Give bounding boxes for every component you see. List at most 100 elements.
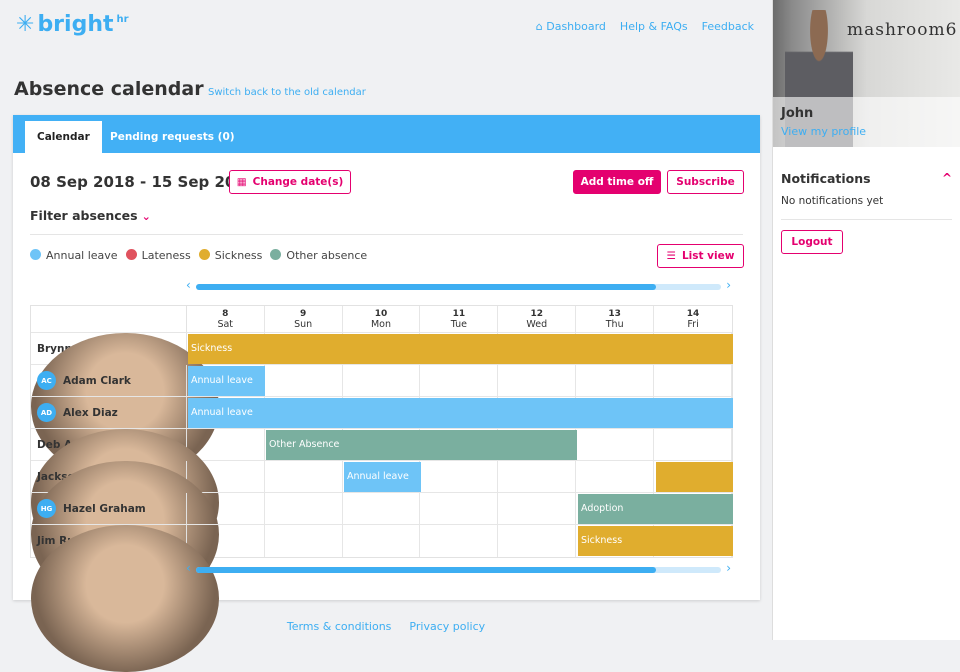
absence-bar[interactable]: Other Absence (266, 430, 577, 460)
legend-dot (30, 249, 41, 260)
chevron-left-icon[interactable]: ‹ (186, 278, 191, 292)
day-cell[interactable] (420, 461, 499, 492)
legend-item: Annual leave (30, 249, 118, 262)
change-dates-button[interactable]: ▦ Change date(s) (229, 170, 351, 194)
notifications-title: Notifications (781, 171, 871, 186)
chevron-up-icon[interactable]: ^ (942, 171, 952, 185)
bottom-scrollbar[interactable]: ‹ › (186, 561, 731, 576)
day-cell[interactable] (498, 365, 577, 396)
day-cell[interactable] (343, 365, 421, 396)
day-cell[interactable] (498, 525, 577, 557)
day-cell[interactable] (498, 493, 577, 524)
user-sidebar: mashroom6 John View my profile Notificat… (772, 0, 960, 640)
nav-feedback[interactable]: Feedback (702, 20, 754, 33)
terms-link[interactable]: Terms & conditions (287, 620, 392, 633)
day-cell[interactable] (265, 365, 343, 396)
nav-help[interactable]: Help & FAQs (620, 20, 688, 33)
view-profile-link[interactable]: View my profile (781, 125, 866, 138)
day-cell[interactable] (420, 365, 499, 396)
day-cell[interactable] (265, 525, 343, 557)
date-range: 08 Sep 2018 - 15 Sep 2018 (30, 173, 257, 191)
divider (30, 234, 743, 235)
legend-dot (198, 249, 210, 260)
employee-name-cell[interactable]: Jim Rudolph (31, 525, 219, 672)
legend-dot (270, 249, 282, 260)
employee-name-cell[interactable]: HG Hazel Graham (31, 493, 187, 524)
tab-pending-requests[interactable]: Pending requests (0) (98, 121, 247, 153)
top-scrollbar[interactable]: ‹ › (186, 278, 731, 293)
day-cell[interactable] (654, 429, 733, 460)
day-cell[interactable] (576, 429, 655, 460)
day-cell[interactable] (187, 493, 265, 524)
employee-row: Jackson Galaxy Annual leave (31, 461, 733, 608)
employee-name-cell[interactable]: Deb Ashman (31, 429, 219, 576)
absence-bar[interactable]: Annual leave (188, 398, 733, 428)
employee-row: Brynne LarsonSickness (31, 333, 733, 480)
absence-bar[interactable]: Annual leave (188, 366, 265, 396)
tab-calendar[interactable]: Calendar (25, 121, 102, 153)
divider (781, 219, 952, 220)
employee-name-cell[interactable]: AC Adam Clark (31, 365, 187, 396)
day-cell[interactable] (654, 365, 733, 396)
day-cell[interactable] (576, 365, 655, 396)
day-cell[interactable] (265, 461, 343, 492)
switch-old-calendar-link[interactable]: Switch back to the old calendar (208, 87, 366, 98)
day-header: 11 Tue (420, 306, 499, 332)
day-cell[interactable] (343, 525, 421, 557)
employee-name-cell[interactable]: Brynne Larson (31, 333, 219, 480)
user-name: John (781, 106, 814, 121)
chevron-right-icon[interactable]: › (726, 278, 731, 292)
nav-dashboard[interactable]: ⌂ Dashboard (536, 20, 606, 33)
day-cell[interactable] (498, 461, 577, 492)
add-time-off-button[interactable]: Add time off (573, 170, 661, 194)
absence-bar[interactable]: Annual leave (344, 462, 421, 492)
brighthr-logo[interactable]: ✳ bright hr (16, 12, 129, 37)
day-header: 12 Wed (498, 306, 577, 332)
logo-star-icon: ✳ (16, 12, 35, 37)
calendar-card: Calendar Pending requests (0) 08 Sep 201… (13, 115, 760, 672)
day-header: 8 Sat (187, 306, 265, 332)
top-nav: ⌂ Dashboard Help & FAQs Feedback (536, 20, 754, 33)
day-cell[interactable] (420, 525, 499, 557)
footer: Terms & conditions Privacy policy (0, 620, 772, 633)
employee-row: AC Adam Clark Annual leave (31, 365, 733, 397)
absence-bar[interactable]: Sickness (578, 526, 733, 556)
chevron-left-icon[interactable]: ‹ (186, 561, 191, 575)
logout-button[interactable]: Logout (781, 230, 843, 254)
day-cell[interactable] (343, 493, 421, 524)
day-header: 14 Fri (686, 309, 700, 330)
avatar (31, 525, 219, 672)
subscribe-button[interactable]: Subscribe (667, 170, 744, 194)
day-header: 10 Mon (343, 306, 421, 332)
day-cell[interactable] (265, 493, 343, 524)
employee-name-cell[interactable]: AD Alex Diaz (31, 397, 187, 428)
legend-item: Sickness (198, 249, 262, 262)
chevron-right-icon[interactable]: › (726, 561, 731, 575)
page-title: Absence calendar (14, 78, 204, 100)
grid-header: 8 Sat 9 Sun 10 Mon 11 Tue 12 Wed 13 Thu 14 Fri (31, 306, 732, 333)
legend-item: Lateness (125, 249, 191, 262)
calendar-grid: 8Sat9Sun10Mon11Tue12Wed13Thu 14Fri Brynne … (30, 305, 733, 672)
employee-row: HG Hazel Graham Adoption (31, 493, 733, 525)
legend-dot (125, 249, 137, 260)
filter-absences-toggle[interactable]: Filter absences ⌄ (30, 208, 151, 223)
calendar-icon: ▦ (236, 176, 247, 188)
list-icon: ☰ (666, 250, 676, 262)
absence-bar[interactable]: Sickness (188, 334, 733, 364)
day-header: 13 Thu (576, 306, 655, 332)
day-header: 9 Sun (265, 306, 343, 332)
day-cell[interactable] (420, 493, 499, 524)
day-cell[interactable] (187, 461, 265, 492)
avatar: HG (37, 499, 56, 518)
avatar: AC (37, 371, 56, 390)
absence-bar[interactable]: Adoption (578, 494, 733, 524)
day-cell[interactable] (187, 429, 265, 460)
brand-sign: mashroom6 (847, 20, 958, 40)
list-view-button[interactable]: ☰ List view (657, 244, 744, 268)
notifications-empty: No notifications yet (781, 195, 884, 207)
day-cell[interactable] (576, 461, 655, 492)
employee-name-cell[interactable]: Jackson Galaxy (31, 461, 219, 608)
tab-bar: Calendar Pending requests (0) (13, 115, 760, 153)
privacy-link[interactable]: Privacy policy (409, 620, 485, 633)
absence-bar[interactable] (656, 462, 733, 492)
